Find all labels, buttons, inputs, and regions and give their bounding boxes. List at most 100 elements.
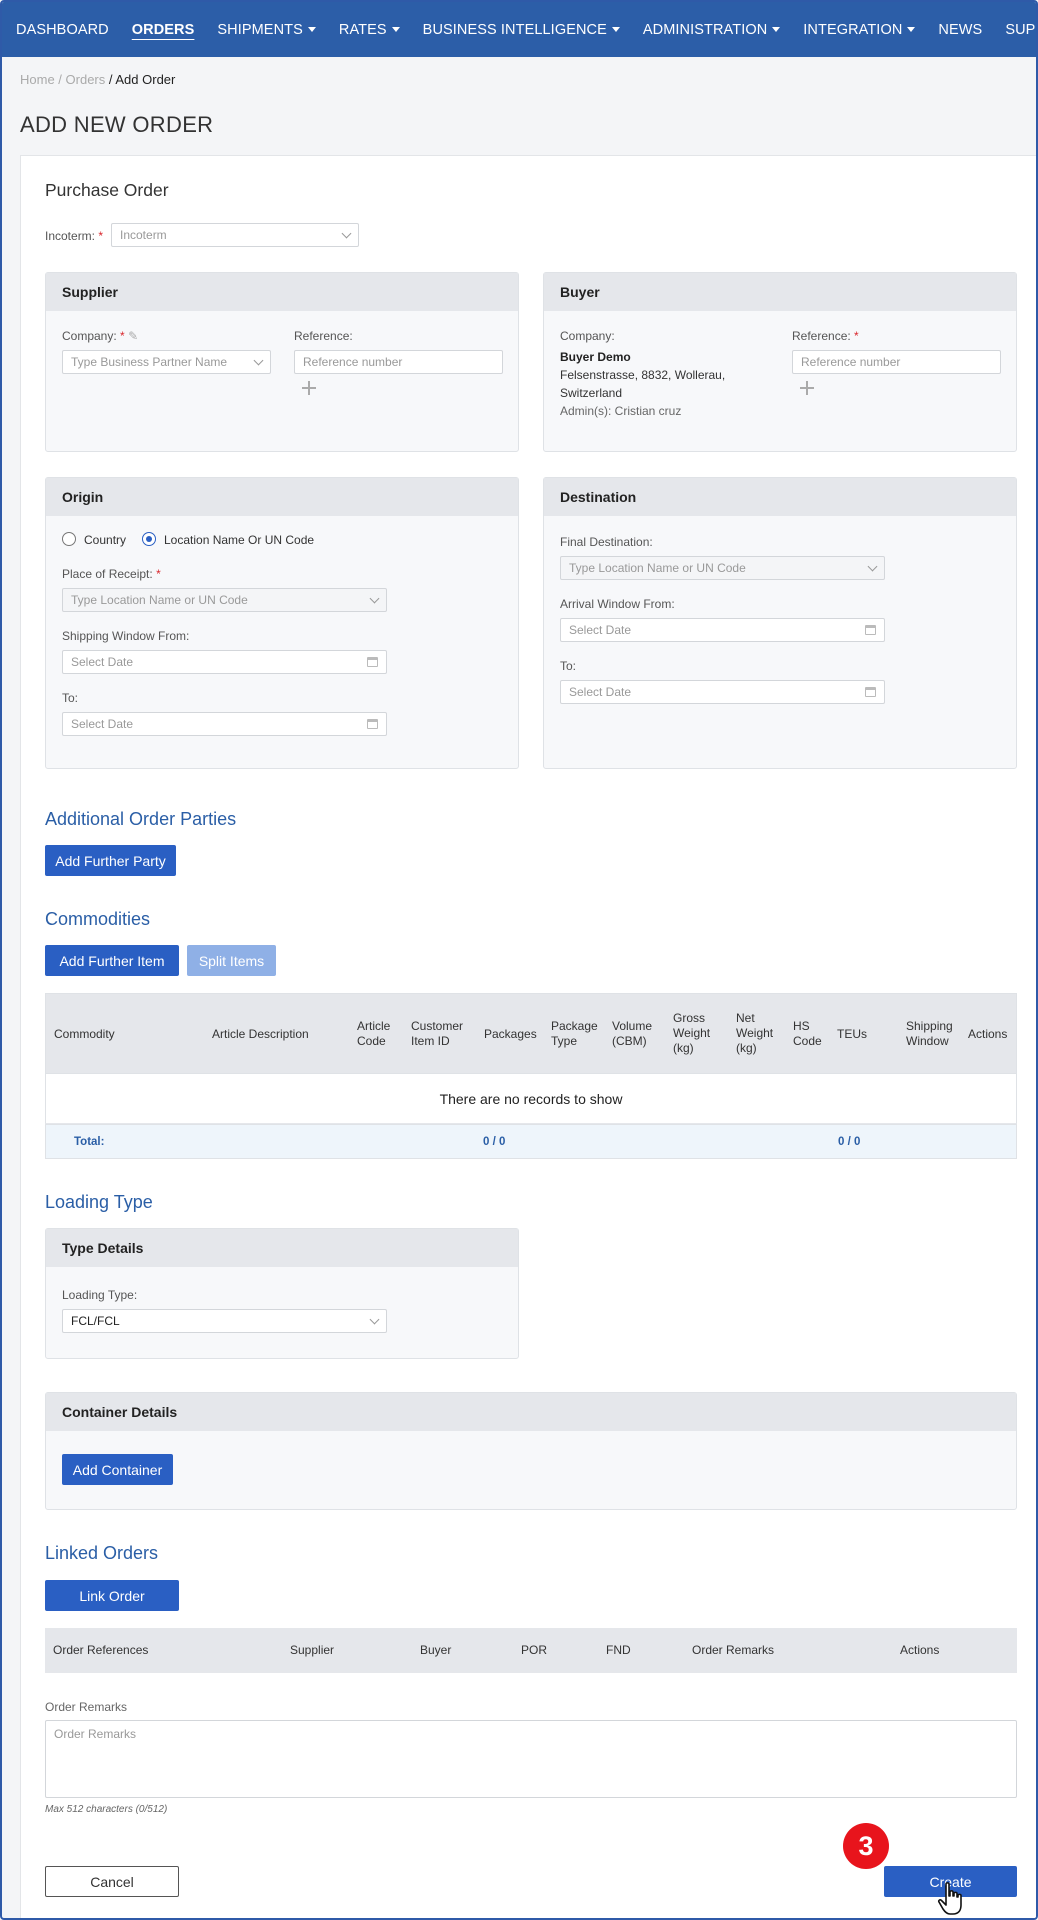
order-remarks-placeholder: Order Remarks	[54, 1727, 137, 1741]
loading-type-label: Loading Type:	[62, 1288, 138, 1302]
order-remarks-textarea[interactable]: Order Remarks	[45, 1720, 1017, 1798]
shipping-window-from-label: Shipping Window From:	[62, 629, 190, 643]
chevron-down-icon	[369, 1314, 380, 1325]
radio-country[interactable]	[62, 532, 76, 546]
supplier-reference-label: Reference:	[294, 329, 353, 343]
calendar-icon[interactable]	[865, 625, 876, 635]
calendar-icon[interactable]	[367, 657, 378, 667]
link-order-button[interactable]: Link Order	[45, 1580, 179, 1611]
arrival-window-to-input[interactable]: Select Date	[560, 680, 885, 704]
commodities-table-header: Commodity Article Description Article Co…	[45, 993, 1017, 1074]
shipping-window-to-input[interactable]: Select Date	[62, 712, 387, 736]
col-por: POR	[521, 1643, 548, 1657]
arrival-window-from-input[interactable]: Select Date	[560, 618, 885, 642]
col-net-weight: Net Weight (kg)	[736, 1011, 774, 1055]
buyer-company-name: Buyer Demo	[560, 350, 631, 364]
col-shipping-window: Shipping Window	[906, 1019, 953, 1048]
place-of-receipt-select[interactable]: Type Location Name or UN Code	[62, 588, 387, 612]
breadcrumb-separator: /	[105, 72, 116, 87]
supplier-reference-placeholder: Reference number	[303, 355, 403, 369]
origin-title: Origin	[46, 478, 518, 516]
breadcrumb-orders[interactable]: Orders	[66, 72, 106, 87]
container-details-title: Container Details	[46, 1393, 1016, 1431]
nav-rates[interactable]: RATES	[339, 22, 400, 38]
buyer-reference-placeholder: Reference number	[801, 355, 901, 369]
breadcrumb-separator: /	[54, 72, 66, 87]
nav-administration[interactable]: ADMINISTRATION	[643, 22, 781, 38]
nav-news[interactable]: NEWS	[938, 22, 982, 38]
radio-location[interactable]	[142, 532, 156, 546]
date-placeholder: Select Date	[569, 685, 632, 699]
nav-orders[interactable]: ORDERS	[132, 22, 195, 38]
destination-panel: Destination Final Destination: Type Loca…	[543, 477, 1017, 769]
breadcrumb-home[interactable]: Home	[20, 72, 55, 87]
col-fnd: FND	[606, 1643, 631, 1657]
radio-location-label: Location Name Or UN Code	[164, 533, 315, 547]
incoterm-select[interactable]: Incoterm	[111, 223, 359, 247]
breadcrumb: Home / Orders / Add Order	[20, 72, 175, 87]
col-actions: Actions	[968, 1027, 1008, 1041]
supplier-title: Supplier	[46, 273, 518, 311]
nav-integration[interactable]: INTEGRATION	[803, 22, 916, 38]
caret-down-icon	[907, 27, 916, 32]
nav-label: SHIPMENTS	[217, 21, 303, 38]
final-destination-select[interactable]: Type Location Name or UN Code	[560, 556, 885, 580]
chevron-down-icon	[253, 355, 264, 366]
final-destination-placeholder: Type Location Name or UN Code	[569, 561, 746, 575]
col-packages: Packages	[484, 1027, 537, 1041]
col-supplier: Supplier	[290, 1643, 335, 1657]
buyer-company-label: Company:	[560, 329, 615, 343]
order-remarks-label: Order Remarks	[45, 1700, 128, 1714]
col-gross-weight: Gross Weight (kg)	[673, 1011, 711, 1055]
date-placeholder: Select Date	[71, 717, 134, 731]
caret-down-icon	[611, 27, 620, 32]
add-further-item-button[interactable]: Add Further Item	[45, 945, 179, 976]
buyer-address-line1: Felsenstrasse, 8832, Wollerau,	[560, 368, 726, 382]
additional-parties-title: Additional Order Parties	[45, 809, 237, 829]
nav-business-intelligence[interactable]: BUSINESS INTELLIGENCE	[423, 22, 620, 38]
place-of-receipt-placeholder: Type Location Name or UN Code	[71, 593, 248, 607]
arrival-window-from-label: Arrival Window From:	[560, 597, 675, 611]
calendar-icon[interactable]	[865, 687, 876, 697]
col-order-remarks: Order Remarks	[692, 1643, 775, 1657]
loading-type-select[interactable]: FCL/FCL	[62, 1309, 387, 1333]
add-reference-icon[interactable]	[800, 381, 814, 395]
total-packages: 0 / 0	[483, 1136, 506, 1148]
loading-type-value: FCL/FCL	[71, 1314, 120, 1328]
nav-label: ORDERS	[131, 21, 195, 38]
cancel-button[interactable]: Cancel	[45, 1866, 179, 1897]
add-further-party-button[interactable]: Add Further Party	[45, 845, 176, 876]
nav-dashboard[interactable]: DASHBOARD	[16, 22, 109, 38]
final-destination-label: Final Destination:	[560, 535, 653, 549]
commodities-empty-row: There are no records to show	[45, 1074, 1017, 1124]
buyer-reference-label-text: Reference:	[792, 329, 851, 343]
arrival-window-to-label: To:	[560, 659, 577, 673]
nav-support-center[interactable]: SUPPORT CENTER	[1005, 22, 1036, 38]
calendar-icon[interactable]	[367, 719, 378, 729]
incoterm-placeholder: Incoterm	[120, 228, 167, 242]
origin-panel: Origin Country Location Name Or UN Code …	[45, 477, 519, 769]
add-reference-icon[interactable]	[302, 381, 316, 395]
supplier-company-select[interactable]: Type Business Partner Name	[62, 350, 271, 374]
purchase-order-title: Purchase Order	[45, 180, 169, 200]
nav-label: RATES	[338, 21, 387, 38]
split-items-button[interactable]: Split Items	[187, 945, 276, 976]
place-of-receipt-label: Place of Receipt: *	[62, 567, 161, 581]
caret-down-icon	[307, 27, 316, 32]
buyer-reference-input[interactable]: Reference number	[792, 350, 1001, 374]
commodities-title: Commodities	[45, 909, 151, 929]
destination-title: Destination	[544, 478, 1016, 516]
incoterm-label-text: Incoterm:	[45, 229, 96, 243]
nav-shipments[interactable]: SHIPMENTS	[217, 22, 316, 38]
pencil-icon[interactable]: ✎	[128, 329, 138, 343]
col-buyer: Buyer	[420, 1643, 452, 1657]
add-container-button[interactable]: Add Container	[62, 1454, 173, 1485]
shipping-window-to-label: To:	[62, 691, 79, 705]
container-details-panel: Container Details Add Container	[45, 1392, 1017, 1510]
shipping-window-from-input[interactable]: Select Date	[62, 650, 387, 674]
step-badge: 3	[843, 1823, 889, 1869]
place-of-receipt-label-text: Place of Receipt:	[62, 567, 153, 581]
type-details-panel: Type Details Loading Type: FCL/FCL	[45, 1228, 519, 1359]
empty-message: There are no records to show	[439, 1090, 623, 1107]
supplier-reference-input[interactable]: Reference number	[294, 350, 503, 374]
